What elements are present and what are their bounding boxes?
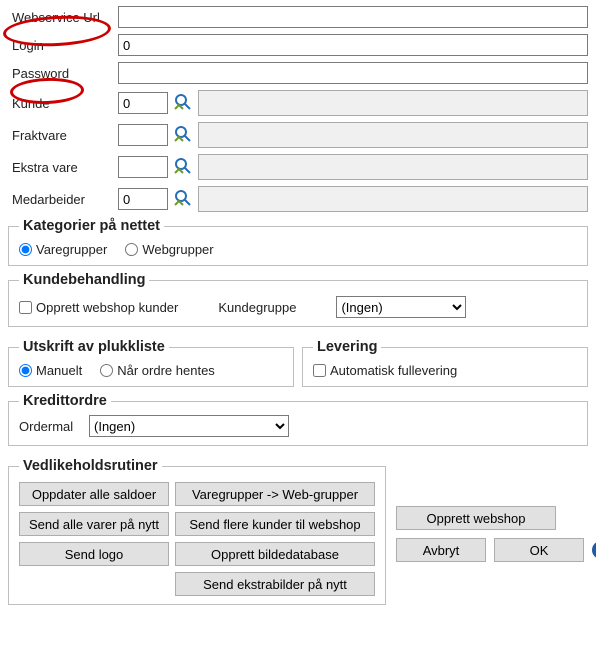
- lookup-icon[interactable]: [170, 186, 196, 212]
- lookup-icon[interactable]: [170, 90, 196, 116]
- btn-avbryt[interactable]: Avbryt: [396, 538, 486, 562]
- info-icon[interactable]: i: [592, 541, 596, 559]
- label-ekstra-vare: Ekstra vare: [8, 160, 118, 175]
- legend-vedlikehold: Vedlikeholdsrutiner: [19, 458, 162, 474]
- lookup-icon[interactable]: [170, 122, 196, 148]
- radio-manuelt[interactable]: Manuelt: [19, 363, 82, 378]
- select-kundegruppe[interactable]: (Ingen): [336, 296, 466, 318]
- radio-naar-ordre-hentes-label: Når ordre hentes: [117, 363, 215, 378]
- fraktvare-input[interactable]: [118, 124, 168, 146]
- group-kundebehandling: Kundebehandling Opprett webshop kunder K…: [8, 272, 588, 327]
- medarbeider-input[interactable]: [118, 188, 168, 210]
- check-opprett-webshop-kunder-input[interactable]: [19, 301, 32, 314]
- fraktvare-display: [198, 122, 588, 148]
- radio-varegrupper-label: Varegrupper: [36, 242, 107, 257]
- kunde-display: [198, 90, 588, 116]
- radio-manuelt-label: Manuelt: [36, 363, 82, 378]
- radio-varegrupper-input[interactable]: [19, 243, 32, 256]
- btn-opprett-webshop[interactable]: Opprett webshop: [396, 506, 556, 530]
- medarbeider-display: [198, 186, 588, 212]
- btn-send-logo[interactable]: Send logo: [19, 542, 169, 566]
- check-opprett-webshop-kunder-label: Opprett webshop kunder: [36, 300, 178, 315]
- check-automatisk-fullevering-input[interactable]: [313, 364, 326, 377]
- label-fraktvare: Fraktvare: [8, 128, 118, 143]
- legend-levering: Levering: [313, 339, 381, 355]
- check-opprett-webshop-kunder[interactable]: Opprett webshop kunder: [19, 300, 178, 315]
- radio-varegrupper[interactable]: Varegrupper: [19, 242, 107, 257]
- radio-manuelt-input[interactable]: [19, 364, 32, 377]
- password-input[interactable]: [118, 62, 588, 84]
- radio-webgrupper[interactable]: Webgrupper: [125, 242, 213, 257]
- group-kredittordre: Kredittordre Ordermal (Ingen): [8, 393, 588, 446]
- lookup-icon[interactable]: [170, 154, 196, 180]
- legend-kredittordre: Kredittordre: [19, 393, 111, 409]
- label-webservice-url: Webservice Url: [8, 10, 118, 25]
- select-ordermal[interactable]: (Ingen): [89, 415, 289, 437]
- label-login: Login: [8, 38, 118, 53]
- radio-webgrupper-input[interactable]: [125, 243, 138, 256]
- legend-kundebehandling: Kundebehandling: [19, 272, 149, 288]
- label-medarbeider: Medarbeider: [8, 192, 118, 207]
- webservice-url-input[interactable]: [118, 6, 588, 28]
- group-levering: Levering Automatisk fullevering: [302, 339, 588, 387]
- btn-send-ekstrabilder[interactable]: Send ekstrabilder på nytt: [175, 572, 375, 596]
- check-automatisk-fullevering-label: Automatisk fullevering: [330, 363, 457, 378]
- kunde-input[interactable]: [118, 92, 168, 114]
- label-password: Password: [8, 66, 118, 81]
- group-utskrift: Utskrift av plukkliste Manuelt Når ordre…: [8, 339, 294, 387]
- btn-varegrupper-webgrupper[interactable]: Varegrupper -> Web-grupper: [175, 482, 375, 506]
- radio-naar-ordre-hentes[interactable]: Når ordre hentes: [100, 363, 215, 378]
- label-ordermal: Ordermal: [19, 419, 89, 434]
- ekstra-vare-display: [198, 154, 588, 180]
- legend-utskrift: Utskrift av plukkliste: [19, 339, 169, 355]
- group-vedlikehold: Vedlikeholdsrutiner Oppdater alle saldoe…: [8, 458, 386, 605]
- label-kunde: Kunde: [8, 96, 118, 111]
- btn-opprett-bildedatabase[interactable]: Opprett bildedatabase: [175, 542, 375, 566]
- label-kundegruppe: Kundegruppe: [218, 300, 296, 315]
- radio-naar-ordre-hentes-input[interactable]: [100, 364, 113, 377]
- btn-oppdater-saldoer[interactable]: Oppdater alle saldoer: [19, 482, 169, 506]
- group-kategorier: Kategorier på nettet Varegrupper Webgrup…: [8, 218, 588, 266]
- btn-ok[interactable]: OK: [494, 538, 584, 562]
- radio-webgrupper-label: Webgrupper: [142, 242, 213, 257]
- btn-send-flere-kunder[interactable]: Send flere kunder til webshop: [175, 512, 375, 536]
- legend-kategorier: Kategorier på nettet: [19, 218, 164, 234]
- ekstra-vare-input[interactable]: [118, 156, 168, 178]
- check-automatisk-fullevering[interactable]: Automatisk fullevering: [313, 363, 457, 378]
- btn-send-alle-varer[interactable]: Send alle varer på nytt: [19, 512, 169, 536]
- login-input[interactable]: [118, 34, 588, 56]
